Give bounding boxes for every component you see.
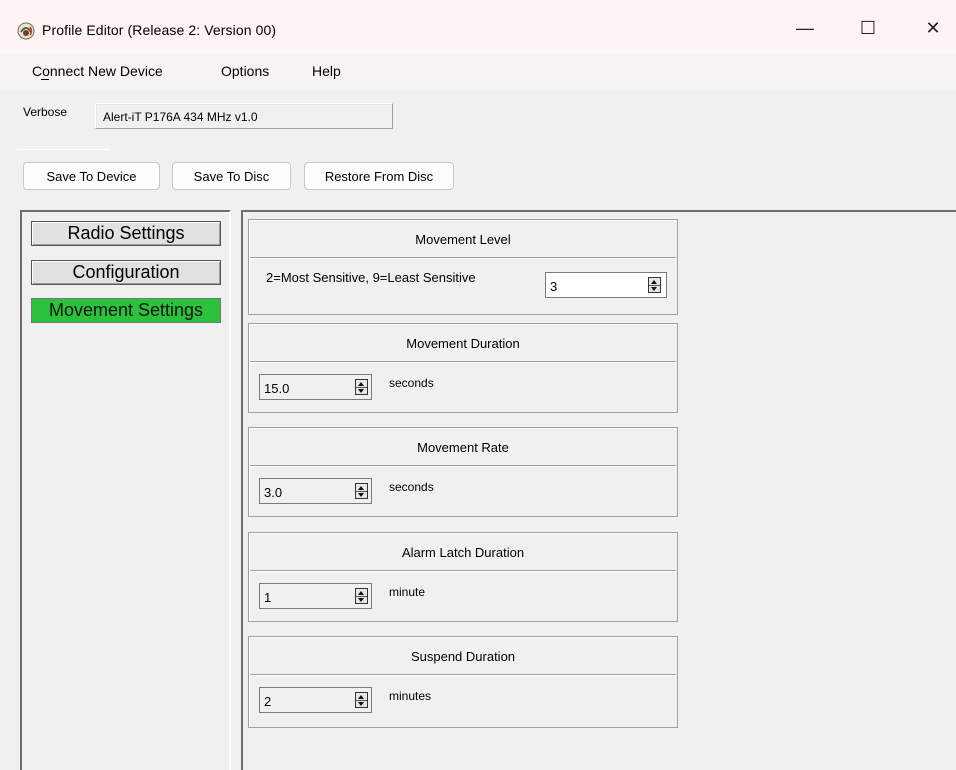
menu-options[interactable]: Options [221,63,269,79]
movement-duration-spinner[interactable]: 15.0 [259,374,372,400]
spinner-value: 3.0 [264,485,283,500]
menu-connect-new-device[interactable]: Connect New Device [32,63,163,80]
spinner-arrows-icon[interactable] [355,588,368,604]
movement-rate-spinner[interactable]: 3.0 [259,478,372,504]
unit-label: seconds [389,376,434,390]
movement-level-spinner[interactable]: 3 [545,272,667,298]
spinner-value: 1 [264,590,272,605]
menu-help[interactable]: Help [312,63,341,79]
close-button[interactable]: ✕ [911,10,955,46]
group-title: Movement Duration [250,325,676,362]
window-title: Profile Editor (Release 2: Version 00) [42,22,277,38]
nav-radio-settings[interactable]: Radio Settings [31,221,221,246]
sensitivity-description: 2=Most Sensitive, 9=Least Sensitive [266,270,476,285]
nav-panel [20,210,231,770]
restore-from-disc-button[interactable]: Restore From Disc [304,162,454,190]
spinner-arrows-icon[interactable] [355,692,368,708]
movement-level-group: Movement Level 2=Most Sensitive, 9=Least… [248,219,678,315]
spinner-arrows-icon[interactable] [355,483,368,499]
save-to-device-button[interactable]: Save To Device [23,162,160,190]
group-title: Movement Rate [250,429,676,466]
unit-label: seconds [389,480,434,494]
device-name-field: Alert-iT P176A 434 MHz v1.0 [95,103,393,129]
group-title: Suspend Duration [250,638,676,675]
nav-configuration[interactable]: Configuration [31,260,221,285]
alarm-latch-duration-group: Alarm Latch Duration 1 minute [248,532,678,622]
nav-movement-settings[interactable]: Movement Settings [31,298,221,323]
unit-label: minutes [389,689,432,703]
spinner-value: 2 [264,694,272,709]
minimize-button[interactable]: — [783,10,827,46]
group-title: Movement Level [250,221,676,258]
spinner-arrows-icon[interactable] [648,277,661,293]
suspend-duration-group: Suspend Duration 2 minutes [248,636,678,728]
suspend-duration-spinner[interactable]: 2 [259,687,372,713]
alarm-latch-duration-spinner[interactable]: 1 [259,583,372,609]
spinner-value: 3 [550,279,558,294]
separator [17,149,110,150]
spinner-value: 15.0 [264,381,290,396]
movement-duration-group: Movement Duration 15.0 seconds [248,323,678,413]
verbose-label: Verbose [23,105,68,119]
save-to-disc-button[interactable]: Save To Disc [172,162,291,190]
movement-rate-group: Movement Rate 3.0 seconds [248,427,678,517]
app-icon [16,21,36,41]
spinner-arrows-icon[interactable] [355,379,368,395]
unit-label: minute [389,585,426,599]
menu-connect-label: Connect New Device [32,63,163,80]
group-title: Alarm Latch Duration [250,534,676,571]
maximize-button[interactable]: ☐ [846,10,890,46]
